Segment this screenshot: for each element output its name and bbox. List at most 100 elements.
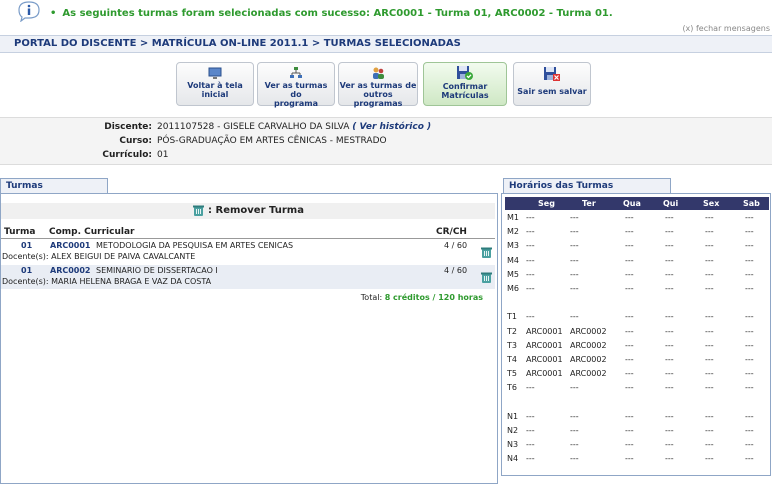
schedule-cell: ---: [570, 383, 579, 393]
schedule-cell: ARC0002: [570, 369, 607, 379]
program-classes-label-2: programa: [274, 99, 318, 108]
schedule-row: T4 ARC0001 ARC0002 --- --- --- ---: [505, 355, 769, 368]
schedule-cell: ---: [625, 213, 634, 222]
schedule-row: T6 --- --- --- --- --- ---: [505, 383, 769, 396]
close-messages-link[interactable]: (x) fechar mensagens: [682, 24, 770, 33]
selected-classes-panel: : Remover Turma Turma Comp. Curricular C…: [0, 193, 498, 484]
schedule-cell: ---: [705, 454, 714, 464]
curriculum-label: Currículo:: [102, 150, 152, 160]
schedule-slot-label: M4: [507, 255, 519, 265]
schedule-cell: ---: [526, 312, 535, 322]
schedule-cell: ---: [705, 213, 714, 222]
schedule-cell: ---: [570, 411, 579, 421]
schedule-cell: ---: [705, 312, 714, 322]
schedule-cell: ARC0002: [570, 340, 607, 350]
schedule-row: N2 --- --- --- --- --- ---: [505, 426, 769, 439]
schedule-row: M1 --- --- --- --- --- ---: [505, 213, 769, 226]
schedule-cell: ---: [625, 440, 634, 450]
action-toolbar: Voltar à tela inicial Ver as turmas do p…: [0, 62, 772, 108]
exit-without-saving-label: Sair sem salvar: [517, 87, 587, 96]
remove-class-label: : Remover Turma: [208, 205, 304, 216]
schedule-cell: ---: [570, 255, 579, 265]
confirm-enrollment-button[interactable]: Confirmar Matrículas: [423, 62, 507, 106]
schedule-slot-label: M1: [507, 213, 519, 222]
schedule-cell: ---: [745, 312, 754, 322]
classes-table-header: Turma Comp. Curricular CR/CH: [1, 227, 495, 239]
trash-icon: [193, 205, 205, 216]
monitor-icon: [208, 67, 222, 79]
row-code[interactable]: ARC0002: [50, 266, 91, 275]
schedule-cell: ---: [665, 411, 674, 421]
schedule-cell: ---: [526, 213, 535, 222]
schedule-cell: ---: [705, 369, 714, 379]
day-header: Qua: [623, 199, 641, 208]
day-header: Sab: [743, 199, 760, 208]
schedule-slot-label: M3: [507, 241, 519, 251]
schedule-row: M4 --- --- --- --- --- ---: [505, 256, 769, 269]
tab-class-schedule[interactable]: Horários das Turmas Selecionadas: [503, 178, 671, 206]
schedule-cell: ---: [526, 255, 535, 265]
schedule-cell: ---: [570, 213, 579, 222]
day-header: Sex: [703, 199, 720, 208]
schedule-slot-label: T3: [507, 340, 517, 350]
schedule-cell: ---: [745, 227, 754, 237]
course-row: Curso: PÓS-GRADUAÇÃO EM ARTES CÊNICAS - …: [0, 136, 772, 150]
remove-class-trash-icon[interactable]: [480, 246, 493, 259]
schedule-row: [505, 398, 769, 411]
back-to-start-button[interactable]: Voltar à tela inicial: [176, 62, 254, 106]
save-check-icon: [457, 66, 473, 80]
schedule-cell: ---: [625, 340, 634, 350]
row-code[interactable]: ARC0001: [50, 241, 91, 250]
row-crch: 4 / 60: [444, 241, 468, 250]
schedule-cell: ---: [745, 369, 754, 379]
schedule-row: M6 --- --- --- --- --- ---: [505, 284, 769, 297]
schedule-cell: ---: [665, 241, 674, 251]
schedule-cell: ARC0002: [570, 326, 607, 336]
other-programs-label-1: Ver as turmas de: [339, 81, 417, 90]
schedule-panel: Seg Ter Qua Qui Sex Sab M1 --- --- --- --- --…: [501, 193, 771, 476]
schedule-cell: ---: [665, 284, 674, 293]
schedule-slot-label: T1: [507, 312, 517, 322]
schedule-cell: ---: [745, 411, 754, 421]
schedule-slot-label: M5: [507, 269, 519, 279]
schedule-cell: ---: [745, 440, 754, 450]
schedule-cell: ---: [745, 454, 754, 464]
header-comp-curricular: Comp. Curricular: [49, 227, 135, 237]
row-name: SEMINARIO DE DISSERTACAO I: [96, 266, 218, 275]
schedule-cell: ---: [570, 269, 579, 279]
table-row: 01 ARC0001 METODOLOGIA DA PESQUISA EM AR…: [1, 240, 495, 264]
schedule-cell: ---: [570, 454, 579, 464]
schedule-cell: ---: [570, 440, 579, 450]
other-programs-button[interactable]: Ver as turmas de outros programas: [338, 62, 418, 108]
schedule-cell: ---: [665, 312, 674, 322]
success-message: • As seguintes turmas foram selecionadas …: [50, 8, 613, 19]
student-label: Discente:: [104, 122, 152, 132]
schedule-cell: ---: [625, 241, 634, 251]
confirm-enrollment-label-1: Confirmar: [442, 82, 488, 91]
exit-without-saving-button[interactable]: Sair sem salvar: [513, 62, 591, 106]
row-name: METODOLOGIA DA PESQUISA EM ARTES CENICAS: [96, 241, 294, 250]
schedule-row: N4 --- --- --- --- --- ---: [505, 454, 769, 467]
schedule-cell: ---: [665, 369, 674, 379]
schedule-cell: ---: [705, 269, 714, 279]
schedule-cell: ---: [526, 426, 535, 435]
schedule-cell: ---: [745, 355, 754, 364]
schedule-row: T5 ARC0001 ARC0002 --- --- --- ---: [505, 369, 769, 382]
view-history-link[interactable]: ( Ver histórico ): [352, 122, 431, 132]
day-header: Ter: [582, 199, 596, 208]
remove-class-trash-icon[interactable]: [480, 271, 493, 284]
tab-selected-classes[interactable]: Turmas Selecionadas: [0, 178, 108, 206]
schedule-cell: ---: [745, 340, 754, 350]
total-credits: Total: 8 créditos / 120 horas: [361, 293, 483, 302]
schedule-row: [505, 298, 769, 311]
save-cancel-icon: [544, 67, 560, 81]
total-value: 8 créditos / 120 horas: [384, 293, 483, 302]
program-classes-button[interactable]: Ver as turmas do programa: [257, 62, 335, 108]
row-turma: 01: [21, 241, 33, 250]
row-turma: 01: [21, 266, 33, 275]
back-to-start-label-1: Voltar à tela: [187, 81, 243, 90]
schedule-cell: ---: [625, 369, 634, 379]
schedule-cell: ---: [625, 269, 634, 279]
schedule-row: T2 ARC0001 ARC0002 --- --- --- ---: [505, 327, 769, 340]
schedule-cell: ---: [526, 227, 535, 237]
